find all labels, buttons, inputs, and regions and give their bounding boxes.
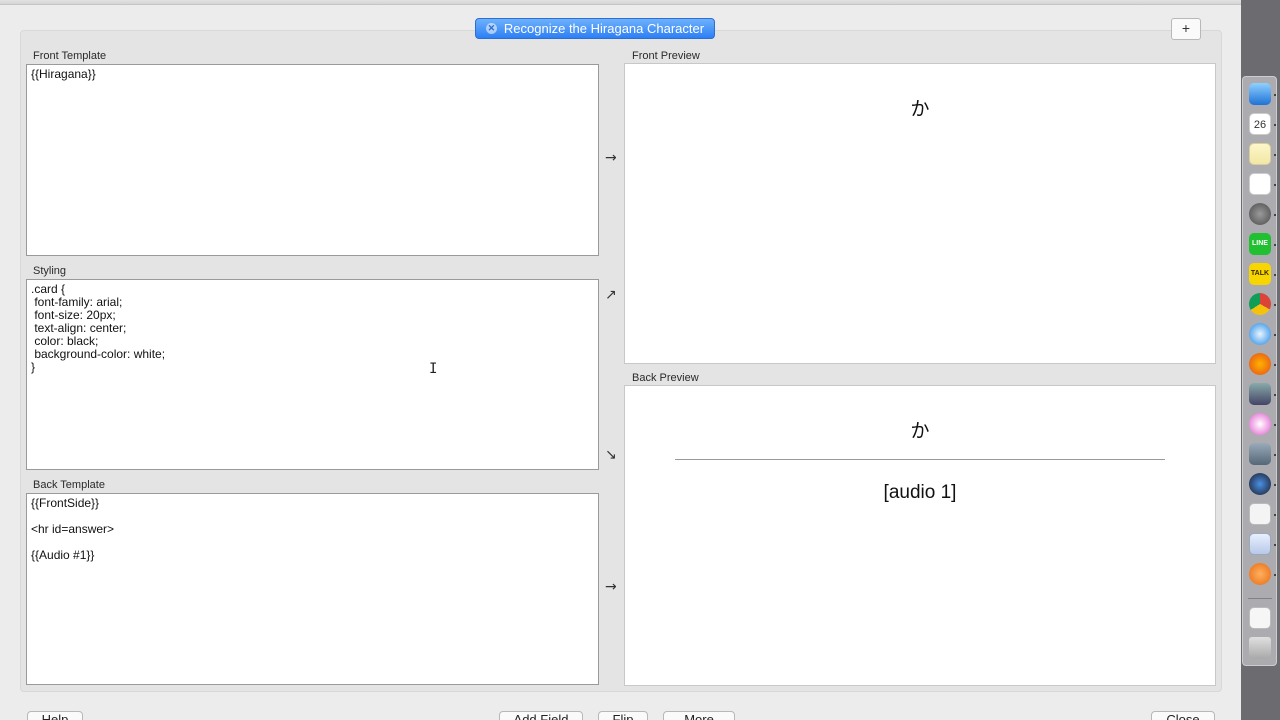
- textedit-icon[interactable]: [1249, 503, 1271, 525]
- running-indicator: [1274, 454, 1276, 456]
- front-preview-pane: か: [624, 63, 1216, 364]
- more-button[interactable]: More: [663, 711, 735, 720]
- documents-stack-icon[interactable]: [1249, 607, 1271, 629]
- window-titlebar: [0, 0, 1241, 5]
- front-preview-label: Front Preview: [632, 50, 700, 62]
- running-indicator: [1274, 544, 1276, 546]
- line-app-icon[interactable]: LINE: [1249, 233, 1271, 255]
- styling-editor[interactable]: .card { font-family: arial; font-size: 2…: [26, 279, 599, 470]
- running-indicator: [1274, 334, 1276, 336]
- quicktime-icon[interactable]: [1249, 473, 1271, 495]
- close-button[interactable]: Close: [1151, 711, 1215, 720]
- styling-label: Styling: [33, 265, 67, 277]
- running-indicator: [1274, 304, 1276, 306]
- answer-divider: [675, 459, 1165, 460]
- dock-separator: [1248, 598, 1272, 599]
- running-indicator: [1274, 94, 1276, 96]
- flip-button[interactable]: Flip: [598, 711, 648, 720]
- running-indicator: [1274, 364, 1276, 366]
- back-preview-label: Back Preview: [632, 372, 699, 384]
- kakaotalk-icon[interactable]: TALK: [1249, 263, 1271, 285]
- card-type-tab-label: Recognize the Hiragana Character: [503, 21, 705, 36]
- running-indicator: [1274, 394, 1276, 396]
- add-field-button[interactable]: Add Field: [499, 711, 583, 720]
- system-preferences-icon[interactable]: [1249, 203, 1271, 225]
- running-indicator: [1274, 154, 1276, 156]
- back-template-editor[interactable]: {{FrontSide}} <hr id=answer> {{Audio #1}…: [26, 493, 599, 685]
- card-types-window: ✕ Recognize the Hiragana Character + Fro…: [0, 0, 1241, 720]
- styling-up-arrow-icon: ↗: [605, 287, 617, 303]
- safari-icon[interactable]: [1249, 323, 1271, 345]
- running-indicator: [1274, 124, 1276, 126]
- ibooks-icon[interactable]: [1249, 563, 1271, 585]
- styling-down-arrow-icon: ↘: [605, 447, 617, 463]
- calendar-icon[interactable]: 26: [1249, 113, 1271, 135]
- finder-icon[interactable]: [1249, 83, 1271, 105]
- add-card-type-button[interactable]: +: [1171, 18, 1201, 40]
- reminders-icon[interactable]: [1249, 173, 1271, 195]
- text-cursor-icon: I: [429, 361, 438, 377]
- itunes-icon[interactable]: [1249, 413, 1271, 435]
- trash-icon[interactable]: [1249, 637, 1271, 659]
- back-preview-pane: か [audio 1]: [624, 385, 1216, 686]
- running-indicator: [1274, 214, 1276, 216]
- running-indicator: [1274, 244, 1276, 246]
- running-indicator: [1274, 574, 1276, 576]
- card-type-tab[interactable]: ✕ Recognize the Hiragana Character: [475, 18, 715, 39]
- front-template-label: Front Template: [33, 50, 107, 62]
- running-indicator: [1274, 274, 1276, 276]
- file-transfer-icon[interactable]: [1249, 383, 1271, 405]
- running-indicator: [1274, 424, 1276, 426]
- running-indicator: [1274, 514, 1276, 516]
- front-template-editor[interactable]: {{Hiragana}}: [26, 64, 599, 256]
- firefox-icon[interactable]: [1249, 353, 1271, 375]
- image-capture-icon[interactable]: [1249, 443, 1271, 465]
- close-tab-icon[interactable]: ✕: [485, 23, 497, 34]
- help-button[interactable]: Help: [27, 711, 83, 720]
- back-template-label: Back Template: [33, 479, 105, 491]
- back-preview-character: か: [910, 420, 930, 442]
- chrome-icon[interactable]: [1249, 293, 1271, 315]
- running-indicator: [1274, 184, 1276, 186]
- front-arrow-icon: →: [605, 150, 617, 166]
- front-preview-character: か: [910, 98, 930, 120]
- back-arrow-icon: →: [605, 579, 617, 595]
- preview-app-icon[interactable]: [1249, 533, 1271, 555]
- notes-icon[interactable]: [1249, 143, 1271, 165]
- dock: 26 LINE TALK: [1242, 76, 1277, 666]
- running-indicator: [1274, 484, 1276, 486]
- back-preview-audio: [audio 1]: [883, 482, 957, 503]
